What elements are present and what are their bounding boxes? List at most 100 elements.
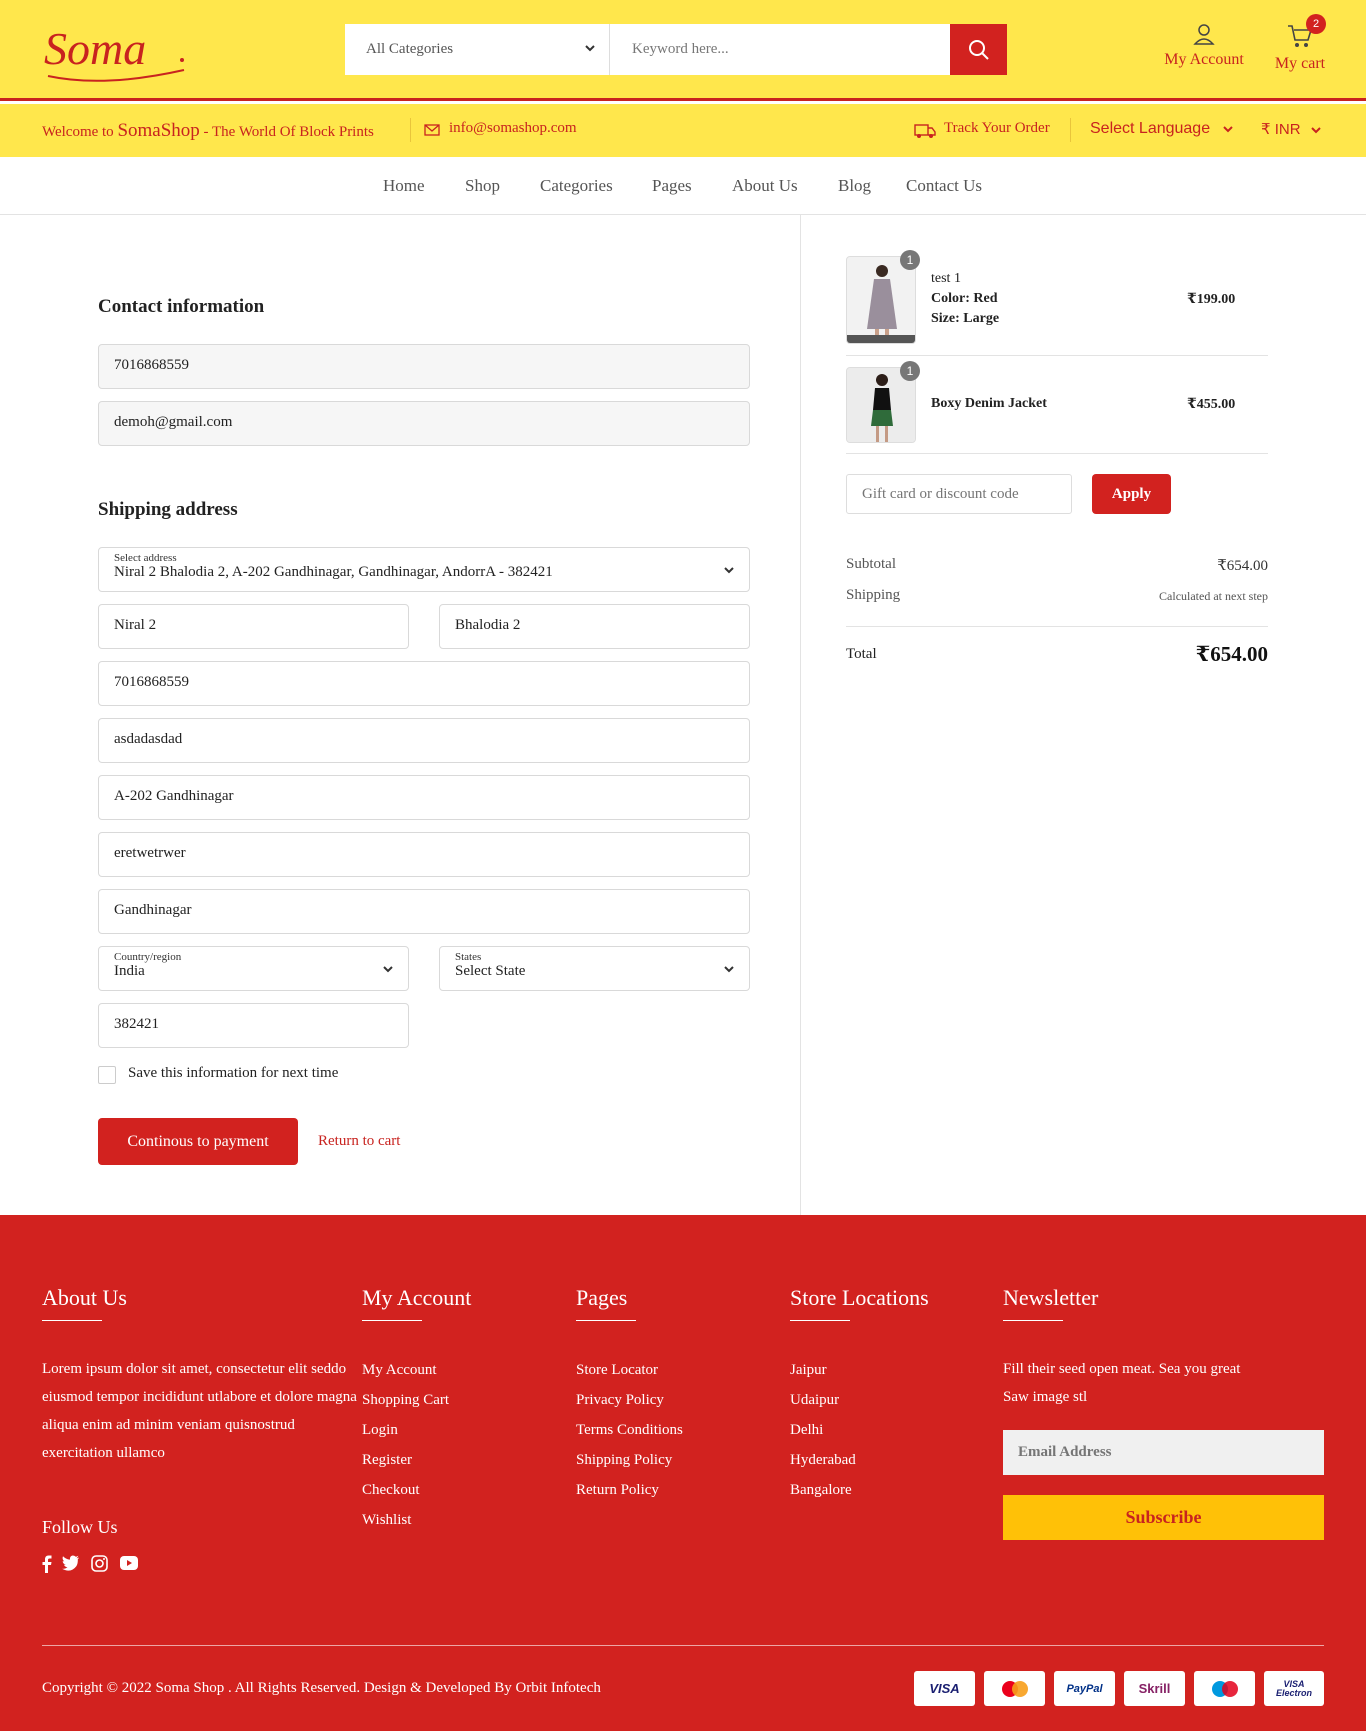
subscribe-button[interactable]: Subscribe xyxy=(1003,1495,1324,1540)
item-name: test 1 xyxy=(931,271,961,286)
email-link[interactable]: info@somashop.com xyxy=(449,120,577,137)
last-name-field[interactable]: Bhalodia 2 xyxy=(439,604,750,649)
city-field[interactable]: Gandhinagar xyxy=(98,889,750,934)
nav-categories[interactable]: Categories xyxy=(540,176,613,196)
subtotal-label: Subtotal xyxy=(846,556,897,572)
qty-badge: 1 xyxy=(900,361,920,381)
shipping-heading: Shipping address xyxy=(98,499,238,520)
company-field[interactable]: asdadasdad xyxy=(98,718,750,763)
footer-link[interactable]: Shopping Cart xyxy=(362,1385,449,1415)
nav-shop[interactable]: Shop xyxy=(465,176,500,196)
item-size: Size: Large xyxy=(931,311,1000,326)
search-bar: All Categories xyxy=(345,24,1007,75)
select-address-value: Niral 2 Bhalodia 2, A-202 Gandhinagar, G… xyxy=(114,564,553,580)
footer-link[interactable]: My Account xyxy=(362,1355,449,1385)
footer-link[interactable]: Checkout xyxy=(362,1475,449,1505)
shipping-phone-field[interactable]: 7016868559 xyxy=(98,661,750,706)
language-select[interactable]: Select Language xyxy=(1090,120,1233,138)
shipping-label: Shipping xyxy=(846,587,901,603)
footer-link[interactable]: Privacy Policy xyxy=(576,1385,683,1415)
select-address-label: Select address xyxy=(114,552,177,564)
footer-link[interactable]: Store Locator xyxy=(576,1355,683,1385)
soma-logo[interactable]: Soma xyxy=(44,18,194,82)
footer-account-links: My Account Shopping Cart Login Register … xyxy=(362,1355,449,1535)
subtotal-value: ₹654.00 xyxy=(1217,558,1268,574)
cart-link[interactable]: 2 My cart xyxy=(1268,14,1332,73)
cart-count-badge: 2 xyxy=(1306,14,1326,34)
my-account-label: My Account xyxy=(1164,51,1244,68)
nav-blog[interactable]: Blog xyxy=(838,176,871,196)
footer-link[interactable]: Terms Conditions xyxy=(576,1415,683,1445)
footer-stores-heading: Store Locations xyxy=(790,1285,929,1321)
footer-link[interactable]: Jaipur xyxy=(790,1355,856,1385)
svg-text:Soma: Soma xyxy=(44,23,146,74)
footer-link[interactable]: Bangalore xyxy=(790,1475,856,1505)
country-select[interactable]: Country/region India xyxy=(98,946,409,991)
twitter-icon[interactable] xyxy=(62,1555,80,1571)
total-value: ₹654.00 xyxy=(1195,642,1268,666)
contact-heading: Contact information xyxy=(98,296,265,317)
country-value: India xyxy=(114,963,145,979)
footer-link[interactable]: Udaipur xyxy=(790,1385,856,1415)
footer-link[interactable]: Shipping Policy xyxy=(576,1445,683,1475)
footer-link[interactable]: Hyderabad xyxy=(790,1445,856,1475)
newsletter-email-input[interactable] xyxy=(1003,1430,1324,1475)
footer-link[interactable]: Delhi xyxy=(790,1415,856,1445)
chevron-down-icon xyxy=(1311,127,1321,134)
nav-contact-us[interactable]: Contact Us xyxy=(906,176,982,196)
chevron-down-icon xyxy=(724,966,734,973)
mail-icon xyxy=(424,124,440,136)
total-label: Total xyxy=(846,646,877,662)
chevron-down-icon xyxy=(724,567,734,574)
main-nav: Home Shop Categories Pages About Us Blog… xyxy=(0,157,1366,215)
zip-field[interactable]: 382421 xyxy=(98,1003,409,1048)
footer-link[interactable]: Register xyxy=(362,1445,449,1475)
paypal-icon: PayPal xyxy=(1054,1671,1115,1706)
nav-pages[interactable]: Pages xyxy=(652,176,692,196)
search-input[interactable] xyxy=(610,24,950,75)
welcome-text: Welcome to SomaShop - The World Of Block… xyxy=(42,120,374,141)
category-select[interactable]: All Categories xyxy=(345,24,610,75)
discount-code-input[interactable] xyxy=(846,474,1072,514)
address1-field[interactable]: A-202 Gandhinagar xyxy=(98,775,750,820)
footer-account-heading: My Account xyxy=(362,1285,472,1321)
my-cart-label: My cart xyxy=(1274,55,1326,72)
address2-field[interactable]: eretwetrwer xyxy=(98,832,750,877)
first-name-field[interactable]: Niral 2 xyxy=(98,604,409,649)
footer-about-text: Lorem ipsum dolor sit amet, consectetur … xyxy=(42,1361,357,1461)
state-select[interactable]: States Select State xyxy=(439,946,750,991)
item-price: ₹199.00 xyxy=(1187,292,1236,307)
copyright-text: Copyright © 2022 Soma Shop . All Rights … xyxy=(42,1680,601,1696)
contact-phone-field[interactable]: 7016868559 xyxy=(98,344,750,389)
footer-stores-links: Jaipur Udaipur Delhi Hyderabad Bangalore xyxy=(790,1355,856,1505)
user-icon xyxy=(1193,24,1215,45)
footer-link[interactable]: Wishlist xyxy=(362,1505,449,1535)
nav-about-us[interactable]: About Us xyxy=(732,176,798,196)
chevron-down-icon xyxy=(383,966,393,973)
apply-button[interactable]: Apply xyxy=(1092,474,1171,514)
return-to-cart-link[interactable]: Return to cart xyxy=(318,1133,400,1150)
instagram-icon[interactable] xyxy=(91,1555,108,1572)
save-info-label: Save this information for next time xyxy=(128,1065,339,1081)
search-button[interactable] xyxy=(950,24,1007,75)
item-color: Color: Red xyxy=(931,291,998,306)
site-footer: About Us Lorem ipsum dolor sit amet, con… xyxy=(0,1215,1366,1731)
category-select-value: All Categories xyxy=(366,41,454,57)
my-account-link[interactable]: My Account xyxy=(1160,22,1248,69)
footer-link[interactable]: Return Policy xyxy=(576,1475,683,1505)
facebook-icon[interactable] xyxy=(42,1555,52,1573)
chevron-down-icon xyxy=(1222,126,1233,133)
footer-link[interactable]: Login xyxy=(362,1415,449,1445)
save-info-checkbox[interactable] xyxy=(98,1066,116,1084)
youtube-icon[interactable] xyxy=(120,1556,138,1570)
truck-icon xyxy=(914,124,936,138)
nav-home[interactable]: Home xyxy=(383,176,425,196)
contact-email-field[interactable]: demoh@gmail.com xyxy=(98,401,750,446)
visa-electron-icon: VISA Electron xyxy=(1264,1671,1324,1706)
select-address-dropdown[interactable]: Select address Niral 2 Bhalodia 2, A-202… xyxy=(98,547,750,592)
footer-newsletter-heading: Newsletter xyxy=(1003,1285,1099,1321)
currency-select[interactable]: ₹ INR xyxy=(1261,120,1321,138)
continue-to-payment-button[interactable]: Continous to payment xyxy=(98,1118,298,1165)
track-order-link[interactable]: Track Your Order xyxy=(944,120,1050,137)
maestro-icon xyxy=(1194,1671,1255,1706)
